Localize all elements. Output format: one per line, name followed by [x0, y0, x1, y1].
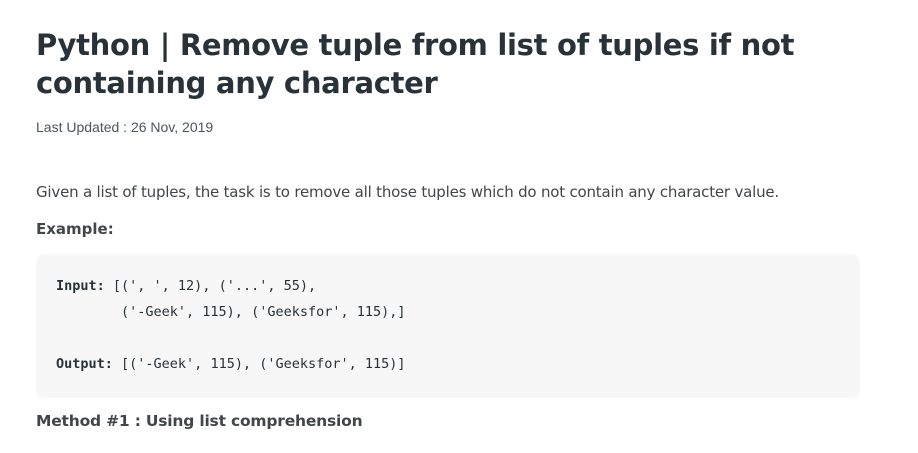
- code-input-line-2: ('-Geek', 115), ('Geeksfor', 115),]: [56, 304, 406, 320]
- input-value-line1: [(', ', 12), ('...', 55),: [104, 278, 317, 294]
- output-value: [('-Geek', 115), ('Geeksfor', 115)]: [112, 356, 406, 372]
- method-heading: Method #1 : Using list comprehension: [36, 412, 363, 430]
- intro-paragraph: Given a list of tuples, the task is to r…: [36, 183, 779, 201]
- code-input-line: Input: [(', ', 12), ('...', 55),: [56, 278, 316, 294]
- last-updated: Last Updated : 26 Nov, 2019: [36, 119, 214, 135]
- code-block: Input: [(', ', 12), ('...', 55), ('-Geek…: [36, 254, 860, 398]
- output-label: Output:: [56, 356, 113, 372]
- example-heading: Example:: [36, 220, 114, 238]
- article-title: Python | Remove tuple from list of tuple…: [36, 28, 795, 100]
- input-label: Input:: [56, 278, 105, 294]
- code-output-line: Output: [('-Geek', 115), ('Geeksfor', 11…: [56, 356, 406, 372]
